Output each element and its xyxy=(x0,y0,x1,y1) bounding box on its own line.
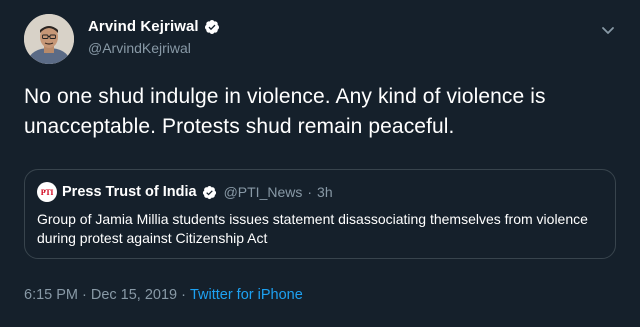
tweet-card: Arvind Kejriwal @ArvindKejriwal No one s… xyxy=(0,0,640,327)
author-avatar[interactable] xyxy=(24,14,74,64)
tweet-date[interactable]: Dec 15, 2019 xyxy=(91,287,177,303)
verified-badge-icon xyxy=(202,185,217,200)
meta-separator: · xyxy=(181,287,186,303)
author-display-name[interactable]: Arvind Kejriwal xyxy=(88,18,199,35)
tweet-time[interactable]: 6:15 PM xyxy=(24,287,78,303)
quoted-tweet-header: PTI Press Trust of India @PTI_News · 3h xyxy=(37,182,333,202)
quoted-separator: · xyxy=(307,184,313,200)
quoted-display-name: Press Trust of India xyxy=(62,184,197,200)
tweet-text: No one shud indulge in violence. Any kin… xyxy=(24,85,546,138)
tweet-source-link[interactable]: Twitter for iPhone xyxy=(190,287,303,303)
quoted-handle: @PTI_News xyxy=(223,184,303,200)
quoted-tweet[interactable]: PTI Press Trust of India @PTI_News · 3h … xyxy=(24,169,616,259)
chevron-down-icon[interactable] xyxy=(600,22,616,38)
author-name-row[interactable]: Arvind Kejriwal xyxy=(88,18,220,35)
pti-logo-text: PTI xyxy=(40,187,54,197)
tweet-meta: 6:15 PM · Dec 15, 2019 · Twitter for iPh… xyxy=(24,287,303,303)
meta-separator: · xyxy=(82,287,87,303)
verified-badge-icon xyxy=(204,19,220,35)
quoted-time: 3h xyxy=(317,184,333,200)
author-handle[interactable]: @ArvindKejriwal xyxy=(88,40,191,56)
quoted-tweet-text: Group of Jamia Millia students issues st… xyxy=(37,211,588,246)
pti-logo-icon: PTI xyxy=(37,182,57,202)
profile-photo-icon xyxy=(24,14,74,64)
